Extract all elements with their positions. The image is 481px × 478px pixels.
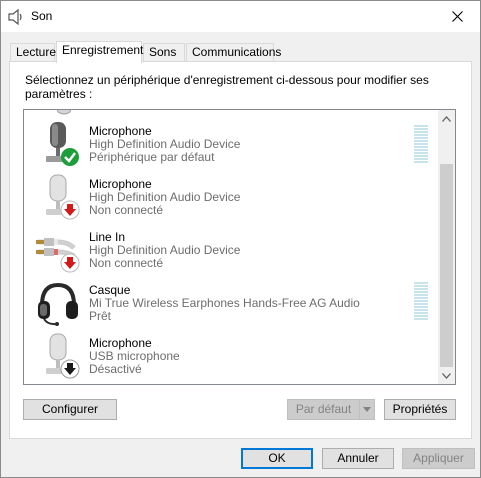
cancel-button[interactable]: Annuler — [322, 448, 394, 469]
device-name: Line In — [89, 230, 126, 244]
device-status: Périphérique par défaut — [89, 150, 215, 164]
level-meter — [414, 282, 428, 321]
close-button[interactable] — [434, 1, 480, 32]
device-name: Microphone — [89, 124, 152, 138]
ok-button[interactable]: OK — [241, 448, 313, 469]
apply-button[interactable]: Appliquer — [402, 448, 475, 469]
default-check-icon — [61, 148, 79, 166]
tab-sons[interactable]: Sons — [143, 43, 185, 62]
device-row[interactable]: Casque Mi True Wireless Earphones Hands-… — [24, 279, 436, 332]
device-name: Microphone — [89, 177, 152, 191]
instruction-text: Sélectionnez un périphérique d'enregistr… — [25, 73, 429, 101]
device-status: Non connecté — [89, 203, 164, 217]
disabled-arrow-icon — [60, 359, 80, 379]
device-driver: High Definition Audio Device — [89, 190, 241, 204]
window-title: Son — [31, 9, 53, 23]
title-bar[interactable]: Son — [1, 1, 480, 32]
device-row[interactable]: Microphone High Definition Audio Device … — [24, 173, 436, 226]
properties-button[interactable]: Propriétés — [384, 399, 456, 420]
unplugged-arrow-icon — [60, 200, 80, 220]
device-name: Microphone — [89, 336, 152, 350]
recording-device-list[interactable]: Microphone High Definition Audio Device … — [23, 109, 456, 385]
device-row[interactable]: Microphone High Definition Audio Device … — [24, 120, 436, 173]
set-default-button[interactable]: Par défaut — [287, 399, 360, 420]
tab-communications[interactable]: Communications — [186, 43, 281, 62]
tab-lecture[interactable]: Lecture — [10, 43, 56, 62]
device-driver: High Definition Audio Device — [89, 137, 241, 151]
level-meter — [414, 125, 428, 164]
vertical-scrollbar[interactable] — [438, 110, 455, 384]
device-row[interactable]: Microphone USB microphone Désactivé — [24, 332, 436, 384]
scroll-up-icon[interactable] — [438, 110, 455, 127]
tab-enregistrement[interactable]: Enregistrement — [56, 41, 143, 63]
device-status: Désactivé — [89, 362, 142, 376]
headset-icon — [38, 282, 78, 326]
device-name: Casque — [89, 283, 131, 297]
device-driver: USB microphone — [89, 349, 180, 363]
set-default-dropdown-icon[interactable] — [359, 399, 375, 420]
microphone-icon — [56, 110, 72, 115]
device-status: Non connecté — [89, 256, 164, 270]
device-status: Prêt — [89, 309, 112, 323]
device-driver: High Definition Audio Device — [89, 243, 241, 257]
sound-dialog: Son Lecture Enregistrement Sons Communic… — [0, 0, 481, 478]
close-icon — [451, 11, 463, 22]
device-row[interactable]: Line In High Definition Audio Device Non… — [24, 226, 436, 279]
device-driver: Mi True Wireless Earphones Hands-Free AG… — [89, 296, 360, 310]
scroll-thumb[interactable] — [440, 164, 453, 367]
scroll-down-icon[interactable] — [438, 367, 455, 384]
configure-button[interactable]: Configurer — [23, 399, 117, 420]
speaker-app-icon — [8, 8, 22, 26]
unplugged-arrow-icon — [60, 253, 80, 273]
